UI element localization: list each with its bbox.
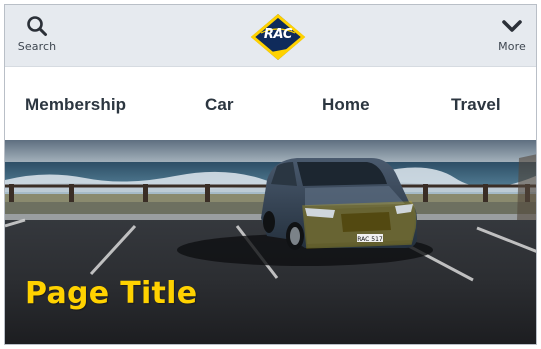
chevron-down-icon bbox=[502, 20, 522, 32]
nav-item-travel[interactable]: Travel bbox=[451, 95, 501, 115]
nav-item-home[interactable]: Home bbox=[322, 95, 370, 115]
main-nav: Membership Car Home Travel bbox=[5, 68, 536, 140]
hero-banner: RAC 517 Page Title bbox=[5, 140, 536, 344]
nav-item-car[interactable]: Car bbox=[205, 95, 234, 115]
search-icon bbox=[27, 16, 47, 36]
page-title: Page Title bbox=[25, 276, 198, 311]
plate-text: RAC 517 bbox=[357, 236, 383, 243]
hero-image: RAC 517 bbox=[5, 140, 536, 344]
rac-logo[interactable]: RAC bbox=[249, 13, 307, 61]
top-bar: Search RAC More bbox=[5, 5, 536, 67]
search-label: Search bbox=[17, 40, 57, 53]
nav-item-membership[interactable]: Membership bbox=[25, 95, 126, 115]
search-button[interactable]: Search bbox=[7, 15, 67, 61]
logo-text: RAC bbox=[263, 27, 293, 42]
more-label: More bbox=[498, 40, 526, 53]
more-button[interactable]: More bbox=[482, 15, 536, 61]
app-frame: Search RAC More Membership Car Home Trav… bbox=[4, 4, 537, 345]
